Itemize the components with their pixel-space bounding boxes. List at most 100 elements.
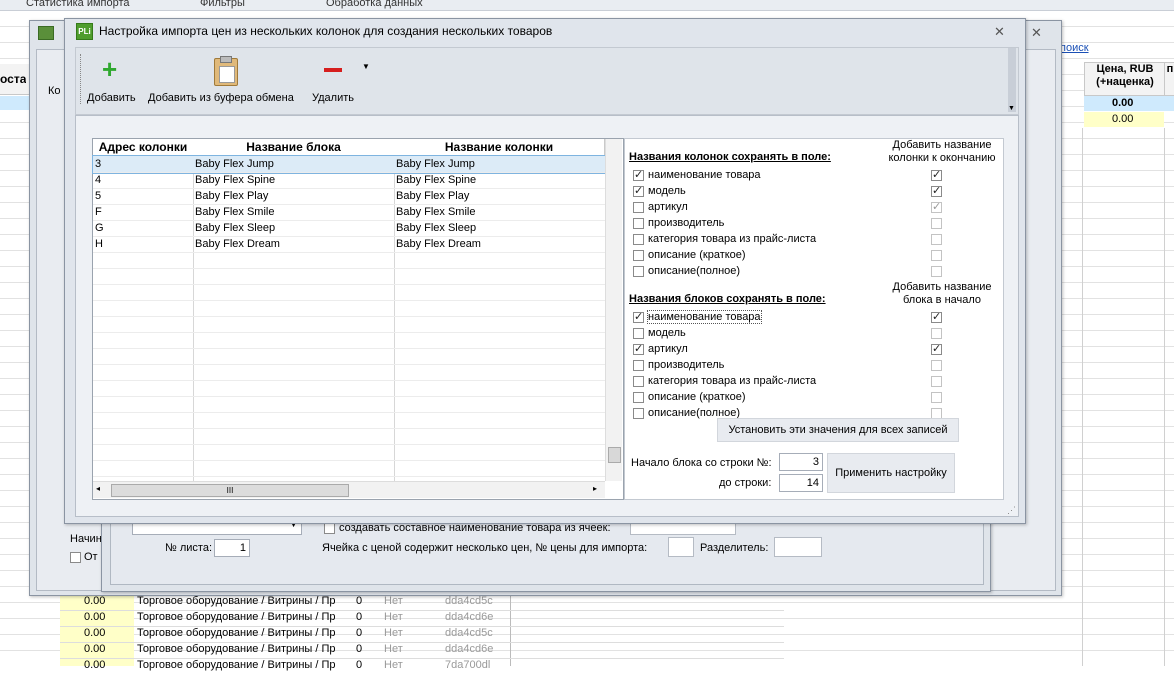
cell-block-name[interactable]: Baby Flex Smile (193, 204, 394, 220)
append-name-checkbox[interactable] (931, 391, 942, 403)
table-row[interactable] (93, 380, 605, 397)
tab-import-stats[interactable]: Статистика импорта (26, 0, 130, 9)
grid-vertical-scrollbar[interactable] (605, 139, 622, 481)
field-checkbox[interactable] (633, 391, 644, 403)
table-row[interactable] (93, 252, 605, 269)
column-header-block-name[interactable]: Название блока (193, 139, 395, 155)
grid-horizontal-scrollbar[interactable]: ◂ III ▸ (93, 481, 605, 498)
append-name-checkbox[interactable] (931, 310, 942, 323)
field-checkbox-label[interactable]: категория товара из прайс-листа (648, 375, 816, 387)
append-name-checkbox[interactable] (931, 327, 942, 339)
table-row[interactable]: 5 Baby Flex Play Baby Flex Play (93, 188, 605, 205)
table-row[interactable]: G Baby Flex Sleep Baby Flex Sleep (93, 220, 605, 237)
close-icon[interactable]: ✕ (994, 24, 1005, 40)
field-checkbox-label[interactable]: артикул (648, 201, 688, 213)
field-checkbox[interactable] (633, 265, 644, 277)
tab-data-processing[interactable]: Обработка данных (326, 0, 423, 9)
table-row[interactable]: 0.00 Торговое оборудование / Витрины / П… (60, 642, 784, 659)
table-row[interactable]: 0.00 Торговое оборудование / Витрины / П… (60, 626, 784, 643)
cell-block-name[interactable]: Baby Flex Play (193, 188, 394, 204)
cell-address[interactable]: 5 (93, 188, 193, 204)
cell-address[interactable]: G (93, 220, 193, 236)
field-checkbox-label[interactable]: наименование товара (647, 310, 762, 324)
append-name-checkbox[interactable] (931, 200, 942, 213)
field-checkbox-label[interactable]: модель (648, 185, 686, 197)
table-row[interactable] (93, 412, 605, 429)
append-name-checkbox[interactable] (931, 168, 942, 181)
append-name-checkbox[interactable] (931, 265, 942, 277)
cell-address[interactable]: 3 (93, 156, 193, 172)
scroll-left-icon[interactable]: ◂ (96, 484, 100, 493)
field-checkbox[interactable] (633, 310, 644, 323)
price-index-input[interactable] (668, 537, 694, 557)
table-row[interactable] (93, 364, 605, 381)
table-row[interactable]: 0.00 Торговое оборудование / Витрины / П… (60, 610, 784, 627)
append-name-checkbox[interactable] (931, 249, 942, 261)
cell-column-name[interactable]: Baby Flex Spine (394, 172, 604, 188)
cell-column-name[interactable]: Baby Flex Play (394, 188, 604, 204)
table-row[interactable] (93, 332, 605, 349)
sheet-number-input[interactable]: 1 (214, 539, 250, 557)
cell-block-name[interactable]: Baby Flex Sleep (193, 220, 394, 236)
cell-block-name[interactable]: Baby Flex Spine (193, 172, 394, 188)
append-name-checkbox[interactable] (931, 359, 942, 371)
field-checkbox[interactable] (633, 327, 644, 339)
dialog-titlebar[interactable]: PLi Настройка импорта цен из нескольких … (65, 19, 1025, 43)
add-button[interactable]: + Добавить (86, 54, 142, 108)
field-checkbox-label[interactable]: категория товара из прайс-листа (648, 233, 816, 245)
table-row[interactable] (93, 284, 605, 301)
add-from-clipboard-button[interactable]: Добавить из буфера обмена (148, 54, 306, 108)
delete-button[interactable]: ▼ Удалить (312, 54, 372, 108)
table-row[interactable] (93, 300, 605, 317)
cell-block-name[interactable]: Baby Flex Jump (193, 156, 394, 172)
parent-from-checkbox[interactable]: От (70, 551, 98, 563)
field-checkbox-label[interactable]: описание(полное) (648, 265, 740, 277)
field-checkbox-label[interactable]: производитель (648, 359, 724, 371)
field-checkbox-label[interactable]: описание (краткое) (648, 391, 746, 403)
set-for-all-button[interactable]: Установить эти значения для всех записей (717, 418, 959, 442)
cell-block-name[interactable]: Baby Flex Dream (193, 236, 394, 252)
field-checkbox-label[interactable]: модель (648, 327, 686, 339)
cell-column-name[interactable]: Baby Flex Dream (394, 236, 604, 252)
field-checkbox[interactable] (633, 217, 644, 229)
column-header-address[interactable]: Адрес колонки (93, 139, 194, 155)
field-checkbox-label[interactable]: производитель (648, 217, 724, 229)
cell-column-name[interactable]: Baby Flex Smile (394, 204, 604, 220)
cell-column-name[interactable]: Baby Flex Jump (394, 156, 604, 172)
field-checkbox-label[interactable]: наименование товара (648, 169, 761, 181)
next-column-header[interactable]: п (1164, 62, 1174, 96)
search-link[interactable]: поиск (1060, 42, 1089, 54)
append-name-checkbox[interactable] (931, 407, 942, 419)
cell-address[interactable]: H (93, 236, 193, 252)
table-row[interactable] (93, 428, 605, 445)
table-row[interactable] (93, 268, 605, 285)
append-name-checkbox[interactable] (931, 184, 942, 197)
field-checkbox-label[interactable]: артикул (648, 343, 688, 355)
field-checkbox[interactable] (633, 359, 644, 371)
append-name-checkbox[interactable] (931, 342, 942, 355)
table-row[interactable]: H Baby Flex Dream Baby Flex Dream (93, 236, 605, 253)
table-row[interactable]: 0.00 Торговое оборудование / Витрины / П… (60, 658, 784, 674)
start-row-input[interactable]: 3 (779, 453, 823, 471)
field-checkbox[interactable] (633, 168, 644, 181)
toolbar-overflow[interactable]: ▼ (1008, 48, 1016, 112)
field-checkbox[interactable] (633, 407, 644, 419)
apply-settings-button[interactable]: Применить настройку (827, 453, 955, 493)
scroll-right-icon[interactable]: ▸ (593, 484, 597, 493)
resize-grip-icon[interactable]: ⋰ (1007, 505, 1016, 516)
end-row-input[interactable]: 14 (779, 474, 823, 492)
table-row[interactable]: 4 Baby Flex Spine Baby Flex Spine (93, 172, 605, 189)
separator-input[interactable] (774, 537, 822, 557)
table-row[interactable]: 0.00 Торговое оборудование / Витрины / П… (60, 594, 784, 611)
grid-vscroll-thumb[interactable] (608, 447, 621, 463)
field-checkbox-label[interactable]: описание (краткое) (648, 249, 746, 261)
delete-dropdown-icon[interactable]: ▼ (362, 62, 370, 71)
parent-close-icon[interactable]: ✕ (1031, 25, 1042, 41)
grid-hscroll-thumb[interactable]: III (111, 484, 349, 497)
field-checkbox[interactable] (633, 375, 644, 387)
cell-address[interactable]: 4 (93, 172, 193, 188)
price-column-header[interactable]: Цена, RUB (+наценка) (1084, 62, 1166, 96)
table-row[interactable] (93, 316, 605, 333)
table-row[interactable] (93, 348, 605, 365)
tab-filters[interactable]: Фильтры (200, 0, 245, 9)
